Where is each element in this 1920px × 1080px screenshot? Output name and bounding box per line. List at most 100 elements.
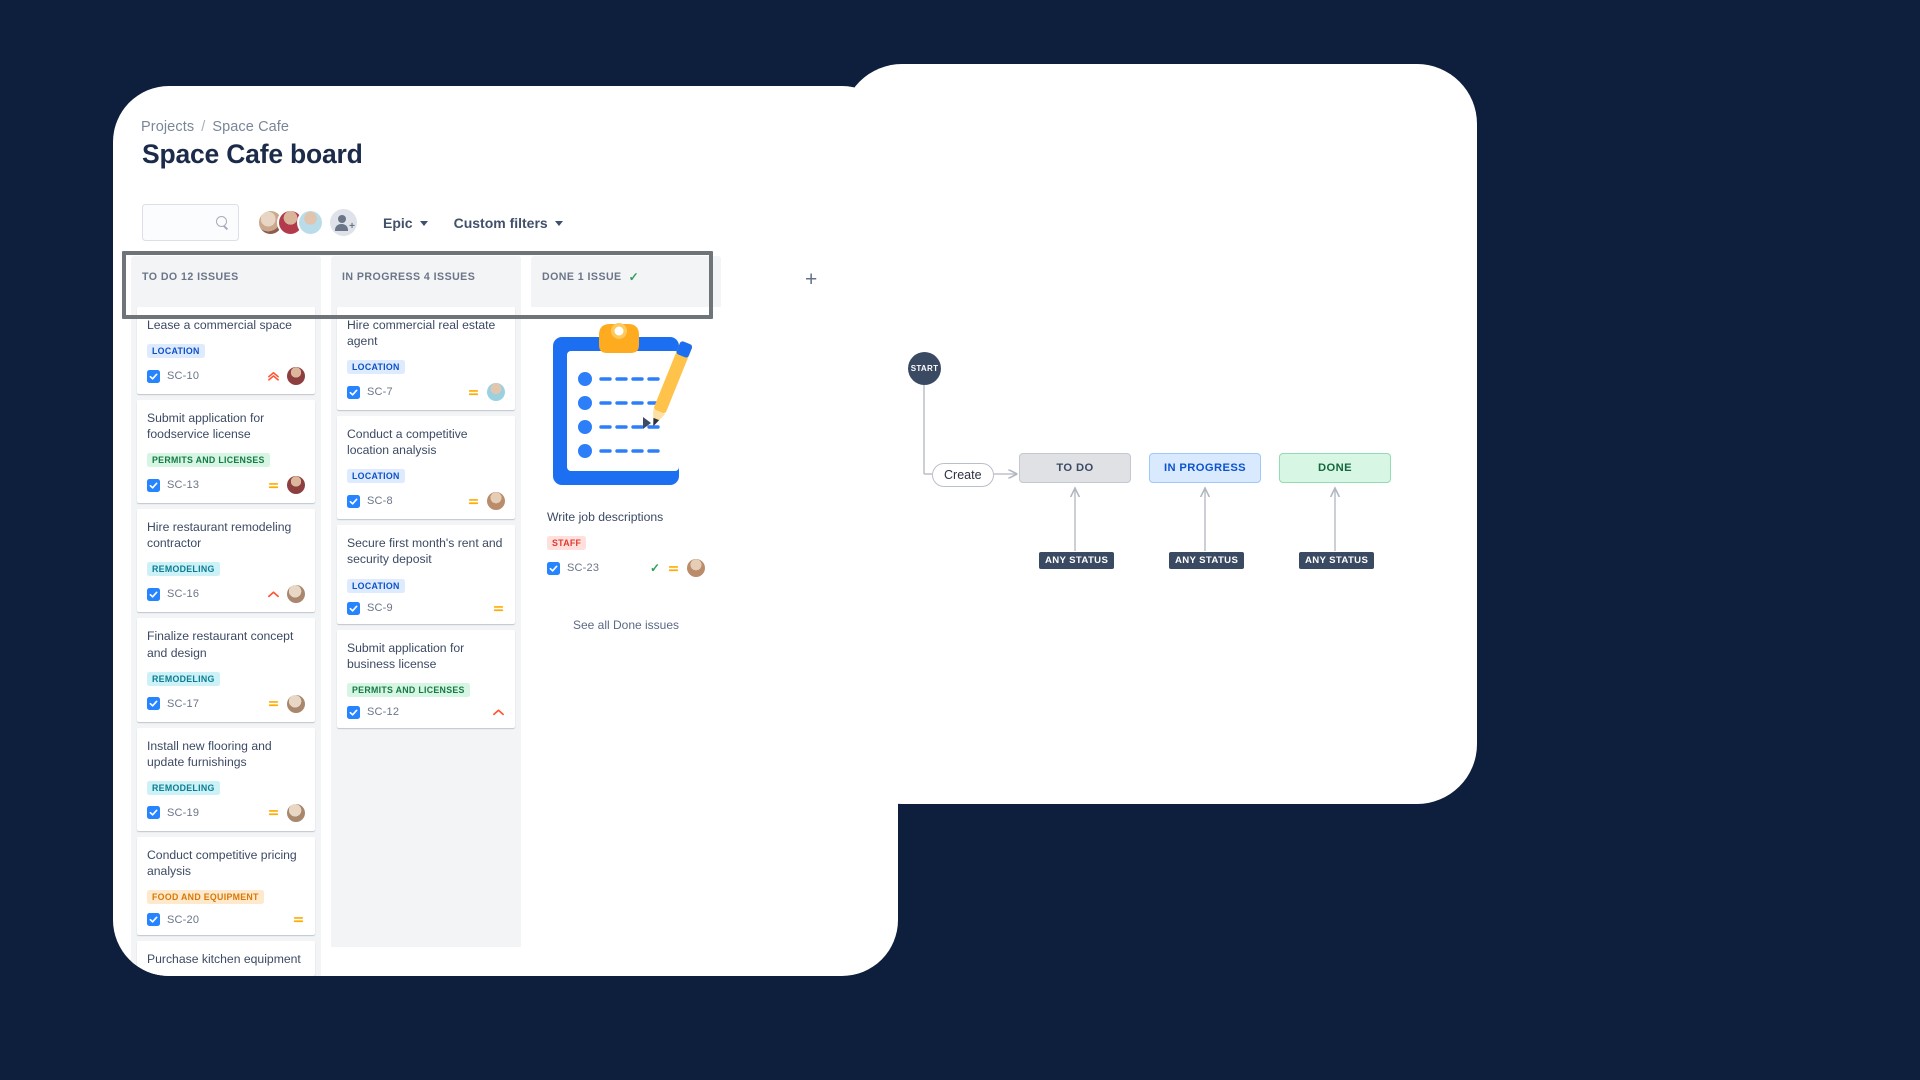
search-input[interactable] xyxy=(142,204,239,241)
epic-label[interactable]: REMODELING xyxy=(147,562,220,577)
issue-title: Hire restaurant remodeling contractor xyxy=(147,520,292,551)
issue-title: Write job descriptions xyxy=(547,510,664,524)
workflow-panel: START Create TO DO IN PROGRESS DONE ANY … xyxy=(842,64,1477,804)
done-check-icon: ✓ xyxy=(628,270,640,284)
breadcrumb-projects[interactable]: Projects xyxy=(141,119,194,135)
assignee-avatar[interactable] xyxy=(287,585,305,604)
epic-label[interactable]: REMODELING xyxy=(147,780,220,795)
column-body-todo[interactable]: Lease a commercial space LOCATION SC-10 xyxy=(131,307,321,976)
issue-title: Secure first month's rent and security d… xyxy=(347,536,503,567)
column-body-inprogress[interactable]: Hire commercial real estate agent LOCATI… xyxy=(331,307,521,947)
priority-medium-icon xyxy=(293,917,304,923)
priority-highest-icon xyxy=(268,371,279,381)
issue-key[interactable]: SC-7 xyxy=(367,386,393,398)
issue-key[interactable]: SC-19 xyxy=(167,807,199,819)
chevron-down-icon xyxy=(554,221,563,226)
issue-key[interactable]: SC-8 xyxy=(367,495,393,507)
avatar-group: + xyxy=(257,209,357,236)
assignee-avatar[interactable] xyxy=(287,367,305,386)
epic-label[interactable]: REMODELING xyxy=(147,671,220,686)
column-body-done[interactable]: Write job descriptions STAFF SC-23 ✓ See… xyxy=(531,307,721,659)
task-type-icon xyxy=(147,587,160,601)
add-column-button[interactable]: + xyxy=(805,269,817,290)
workflow-status-done[interactable]: DONE xyxy=(1279,453,1391,483)
issue-title: Hire commercial real estate agent xyxy=(347,318,496,349)
issue-card[interactable]: Secure first month's rent and security d… xyxy=(337,525,515,624)
breadcrumb-separator: / xyxy=(201,119,206,135)
epic-label[interactable]: LOCATION xyxy=(147,344,205,359)
issue-key[interactable]: SC-10 xyxy=(167,370,199,382)
issue-done-check-icon: ✓ xyxy=(649,561,660,576)
workflow-connectors xyxy=(923,385,1477,551)
issue-card[interactable]: Submit application for foodservice licen… xyxy=(137,400,315,504)
workflow-any-status-label[interactable]: ANY STATUS xyxy=(1169,552,1245,569)
issue-card[interactable]: Install new flooring and update furnishi… xyxy=(137,727,315,831)
issue-key[interactable]: SC-20 xyxy=(167,914,199,926)
assignee-avatar[interactable] xyxy=(287,476,305,495)
workflow-create-transition[interactable]: Create xyxy=(932,463,994,487)
workflow-status-inprogress[interactable]: IN PROGRESS xyxy=(1149,453,1261,483)
priority-medium-icon xyxy=(268,701,279,707)
issue-card[interactable]: Conduct a competitive location analysis … xyxy=(337,416,515,520)
task-type-icon xyxy=(147,806,160,820)
clipboard-checklist-illustration xyxy=(537,307,715,499)
issue-card[interactable]: Hire restaurant remodeling contractor RE… xyxy=(137,509,315,613)
task-type-icon xyxy=(147,478,160,492)
board-column-done: DONE 1 ISSUE ✓ Write job descriptions ST… xyxy=(531,256,721,659)
issue-card[interactable]: Write job descriptions STAFF SC-23 ✓ xyxy=(537,499,715,587)
assignee-avatar[interactable] xyxy=(687,559,705,578)
add-person-icon[interactable]: + xyxy=(330,209,357,236)
issue-card[interactable]: Purchase kitchen equipment xyxy=(137,941,315,976)
epic-label[interactable]: PERMITS AND LICENSES xyxy=(147,453,270,468)
priority-medium-icon xyxy=(493,605,504,611)
issue-key[interactable]: SC-23 xyxy=(567,562,599,574)
issue-key[interactable]: SC-17 xyxy=(167,698,199,710)
breadcrumb-project[interactable]: Space Cafe xyxy=(212,119,289,135)
epic-label[interactable]: PERMITS AND LICENSES xyxy=(347,682,470,697)
task-type-icon xyxy=(347,494,360,508)
column-header-label: IN PROGRESS 4 ISSUES xyxy=(342,271,476,283)
issue-card[interactable]: Hire commercial real estate agent LOCATI… xyxy=(337,307,515,411)
issue-key[interactable]: SC-12 xyxy=(367,706,399,718)
assignee-avatar[interactable] xyxy=(287,694,305,713)
issue-title: Conduct a competitive location analysis xyxy=(347,427,468,458)
workflow-canvas[interactable]: START Create TO DO IN PROGRESS DONE ANY … xyxy=(842,64,1477,804)
epic-label[interactable]: LOCATION xyxy=(347,469,405,484)
epic-label[interactable]: FOOD AND EQUIPMENT xyxy=(147,890,264,905)
epic-label[interactable]: STAFF xyxy=(547,536,587,551)
column-header-inprogress: IN PROGRESS 4 ISSUES xyxy=(331,256,521,307)
issue-key[interactable]: SC-13 xyxy=(167,479,199,491)
board-column-inprogress: IN PROGRESS 4 ISSUES Hire commercial rea… xyxy=(331,256,521,947)
workflow-status-todo[interactable]: TO DO xyxy=(1019,453,1131,483)
see-all-done-issues-link[interactable]: See all Done issues xyxy=(537,592,715,650)
epic-label[interactable]: LOCATION xyxy=(347,578,405,593)
issue-card[interactable]: Finalize restaurant concept and design R… xyxy=(137,618,315,722)
issue-title: Purchase kitchen equipment xyxy=(147,952,301,967)
epic-filter-button[interactable]: Epic xyxy=(383,215,428,231)
page-title: Space Cafe board xyxy=(142,139,363,169)
workflow-start-node[interactable]: START xyxy=(908,352,941,385)
workflow-any-status-label[interactable]: ANY STATUS xyxy=(1299,552,1375,569)
epic-label[interactable]: LOCATION xyxy=(347,360,405,375)
issue-card[interactable]: Lease a commercial space LOCATION SC-10 xyxy=(137,307,315,395)
issue-title: Submit application for foodservice licen… xyxy=(147,411,265,442)
assignee-avatar[interactable] xyxy=(487,383,505,402)
board-toolbar: + Epic Custom filters xyxy=(142,204,563,241)
workflow-any-status-label[interactable]: ANY STATUS xyxy=(1039,552,1115,569)
issue-card[interactable]: Submit application for business license … xyxy=(337,629,515,728)
column-header-label: DONE 1 ISSUE xyxy=(542,271,622,283)
task-type-icon xyxy=(147,697,160,711)
avatar[interactable] xyxy=(297,209,324,236)
priority-high-icon xyxy=(268,591,279,598)
issue-card[interactable]: Conduct competitive pricing analysis FOO… xyxy=(137,836,315,936)
assignee-avatar[interactable] xyxy=(487,492,505,511)
custom-filters-button[interactable]: Custom filters xyxy=(454,215,563,231)
issue-key[interactable]: SC-9 xyxy=(367,602,393,614)
column-header-label: TO DO 12 ISSUES xyxy=(142,271,239,283)
assignee-avatar[interactable] xyxy=(287,803,305,822)
task-type-icon xyxy=(547,561,560,575)
issue-key[interactable]: SC-16 xyxy=(167,588,199,600)
priority-high-icon xyxy=(493,709,504,715)
breadcrumb: Projects / Space Cafe xyxy=(141,119,289,135)
task-type-icon xyxy=(347,601,360,615)
